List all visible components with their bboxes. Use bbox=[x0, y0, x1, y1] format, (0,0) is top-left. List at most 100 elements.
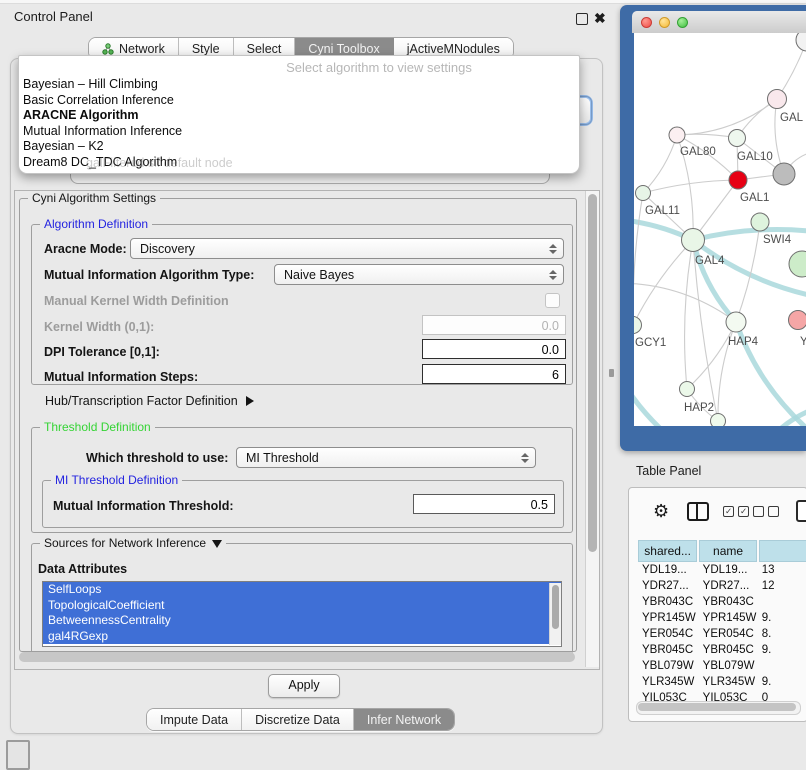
table-header-name[interactable]: name bbox=[699, 540, 757, 562]
table-cell: YLR345W bbox=[699, 674, 758, 690]
mi-threshold-field[interactable]: 0.5 bbox=[413, 494, 555, 514]
table-cell: YPR145W bbox=[699, 610, 758, 626]
dropdown-item-bayesian-hill-climbing[interactable]: Bayesian – Hill Climbing bbox=[19, 77, 579, 93]
dpi-tolerance-label: DPI Tolerance [0,1]: bbox=[44, 345, 160, 359]
network-node-gal80[interactable] bbox=[669, 127, 685, 143]
float-window-icon[interactable] bbox=[576, 13, 588, 25]
scrollbar-thumb[interactable] bbox=[552, 585, 559, 629]
network-node[interactable] bbox=[789, 251, 806, 277]
select-all-icon[interactable]: ✓✓ bbox=[723, 506, 749, 517]
table-row[interactable]: YER054CYER054C8. bbox=[638, 626, 806, 642]
table-row[interactable]: YDR27...YDR27...12 bbox=[638, 578, 806, 594]
hub-definition-toggle[interactable]: Hub/Transcription Factor Definition bbox=[45, 394, 254, 408]
partial-panel-icon[interactable] bbox=[796, 500, 806, 522]
network-window-titlebar[interactable] bbox=[632, 11, 806, 33]
tab-impute-data[interactable]: Impute Data bbox=[147, 709, 242, 730]
table-row[interactable]: YBR043CYBR043C bbox=[638, 594, 806, 610]
table-cell: 9. bbox=[758, 642, 806, 658]
aracne-mode-combo[interactable]: Discovery bbox=[130, 238, 564, 259]
network-node-swi4[interactable] bbox=[751, 213, 769, 231]
network-node-hap4[interactable] bbox=[726, 312, 746, 332]
table-row[interactable]: YLR345WYLR345W9. bbox=[638, 674, 806, 690]
bottom-tabbar: Impute Data Discretize Data Infer Network bbox=[146, 708, 455, 731]
attribute-item-betweennesscentrality[interactable]: BetweennessCentrality bbox=[43, 613, 561, 629]
close-traffic-light[interactable] bbox=[641, 17, 652, 28]
splitter-handle[interactable] bbox=[609, 369, 614, 377]
horizontal-scrollbar-thumb[interactable] bbox=[19, 652, 575, 662]
dropdown-item-bayesian-k2[interactable]: Bayesian – K2 bbox=[19, 139, 579, 155]
network-node-gal[interactable] bbox=[768, 90, 787, 109]
sources-title[interactable]: Sources for Network Inference bbox=[40, 536, 226, 550]
apply-button[interactable]: Apply bbox=[268, 674, 340, 698]
network-icon bbox=[102, 43, 114, 55]
network-node-gal1[interactable] bbox=[729, 171, 747, 189]
network-node[interactable] bbox=[711, 414, 726, 427]
table-cell: YER054C bbox=[638, 626, 699, 642]
split-columns-icon[interactable] bbox=[687, 502, 709, 521]
list-scrollbar[interactable] bbox=[549, 583, 561, 645]
attribute-item-selfloops[interactable]: SelfLoops bbox=[43, 582, 561, 598]
table-row[interactable]: YPR145WYPR145W9. bbox=[638, 610, 806, 626]
network-node-gcy1[interactable] bbox=[634, 317, 642, 334]
network-node-gal4[interactable] bbox=[682, 229, 705, 252]
network-node[interactable] bbox=[773, 163, 795, 185]
tab-label: Infer Network bbox=[367, 713, 441, 727]
manual-kernel-width-checkbox bbox=[545, 293, 560, 308]
dropdown-placeholder: Select algorithm to view settings bbox=[19, 59, 579, 77]
network-edge bbox=[634, 240, 693, 325]
gear-icon[interactable]: ⚙ bbox=[653, 498, 669, 524]
tab-label: Impute Data bbox=[160, 713, 228, 727]
deselect-all-icon[interactable] bbox=[753, 506, 779, 517]
scrollbar-thumb[interactable] bbox=[638, 703, 796, 711]
network-node-gal10[interactable] bbox=[729, 130, 746, 147]
minimize-traffic-light[interactable] bbox=[659, 17, 670, 28]
dpi-tolerance-field[interactable]: 0.0 bbox=[422, 339, 566, 359]
tab-infer-network[interactable]: Infer Network bbox=[354, 709, 454, 730]
network-node-gal11[interactable] bbox=[636, 186, 651, 201]
table-row[interactable]: YDL19...YDL19...13 bbox=[638, 562, 806, 578]
screenshot-root: { "control_panel": { "title": "Control P… bbox=[0, 0, 806, 762]
table-cell: YBR043C bbox=[699, 594, 758, 610]
vertical-scrollbar[interactable] bbox=[585, 191, 599, 667]
dropdown-item-aracne-algorithm[interactable]: ARACNE Algorithm bbox=[19, 108, 579, 124]
close-icon[interactable]: ✖ bbox=[594, 9, 606, 27]
table-cell: YBL079W bbox=[699, 658, 758, 674]
control-panel-title: Control Panel bbox=[14, 4, 93, 30]
mi-algorithm-type-combo[interactable]: Naive Bayes bbox=[274, 264, 564, 285]
table-row[interactable]: YBL079WYBL079W bbox=[638, 658, 806, 674]
network-node-hap2[interactable] bbox=[680, 382, 695, 397]
table-header-shared[interactable]: shared... bbox=[638, 540, 697, 562]
attribute-item-gal4rgexp[interactable]: gal4RGexp bbox=[43, 629, 561, 645]
dropdown-item-basic-correlation-inference[interactable]: Basic Correlation Inference bbox=[19, 93, 579, 109]
threshold-definition-group: Threshold Definition Which threshold to … bbox=[31, 427, 573, 533]
network-node-y[interactable] bbox=[789, 311, 806, 330]
network-edge bbox=[687, 322, 736, 389]
table-cell: YDR27... bbox=[638, 578, 699, 594]
tab-label: jActiveMNodules bbox=[407, 42, 500, 56]
collapsed-arrow-icon bbox=[246, 396, 254, 406]
scrollbar-thumb[interactable] bbox=[588, 194, 597, 552]
which-threshold-combo[interactable]: MI Threshold bbox=[236, 447, 536, 468]
node-label-hap2: HAP2 bbox=[684, 402, 714, 414]
table-header-col2[interactable] bbox=[759, 540, 806, 562]
minimized-panel-icon[interactable] bbox=[6, 740, 30, 770]
table-cell: YBL079W bbox=[638, 658, 699, 674]
node-label-hap4: HAP4 bbox=[728, 336, 759, 348]
zoom-traffic-light[interactable] bbox=[677, 17, 688, 28]
spinner-arrows-icon bbox=[549, 270, 557, 280]
network-canvas[interactable]: GALGAL80GAL10GAL1GAL11GAL4SWI4GCY1HAP4YH… bbox=[634, 33, 806, 426]
network-edge bbox=[685, 240, 693, 389]
node-label-gal1: GAL1 bbox=[740, 192, 769, 204]
attribute-item-topologicalcoefficient[interactable]: TopologicalCoefficient bbox=[43, 598, 561, 614]
tab-discretize-data[interactable]: Discretize Data bbox=[242, 709, 354, 730]
table-cell: YDL19... bbox=[638, 562, 699, 578]
table-row[interactable]: YBR045CYBR045C9. bbox=[638, 642, 806, 658]
which-threshold-value: MI Threshold bbox=[246, 451, 319, 465]
network-node[interactable] bbox=[796, 33, 806, 51]
table-cell: YDL19... bbox=[699, 562, 758, 578]
mi-algorithm-type-value: Naive Bayes bbox=[284, 268, 354, 282]
dropdown-item-mutual-information-inference[interactable]: Mutual Information Inference bbox=[19, 124, 579, 140]
data-table: shared...name YDL19...YDL19...13YDR27...… bbox=[638, 540, 806, 706]
mi-steps-field[interactable]: 6 bbox=[422, 364, 566, 384]
table-horizontal-scrollbar[interactable] bbox=[636, 701, 801, 715]
